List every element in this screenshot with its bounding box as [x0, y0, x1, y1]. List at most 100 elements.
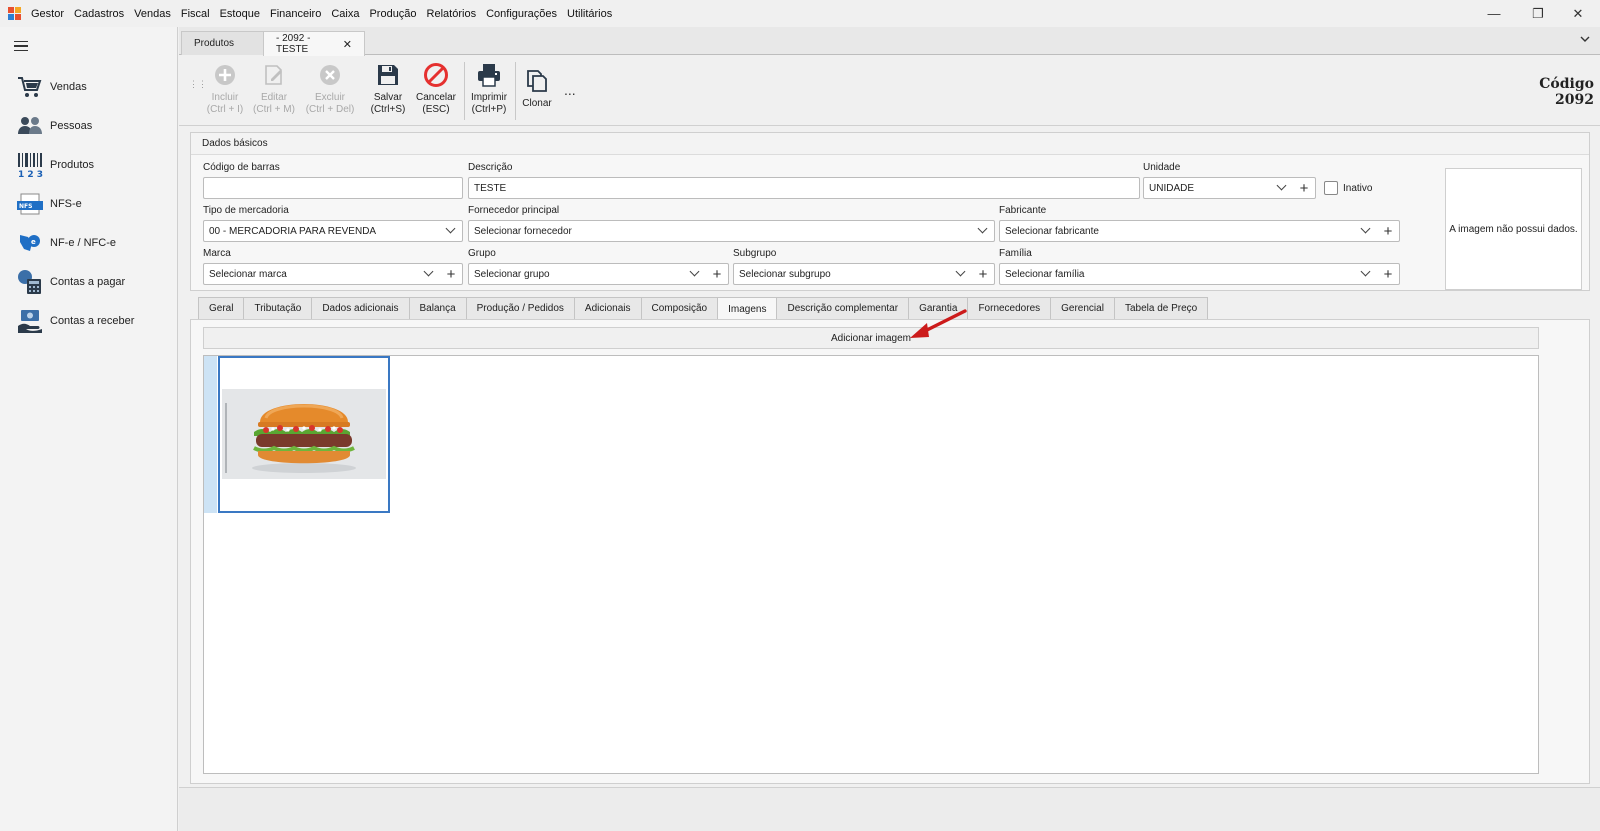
add-grupo-button[interactable]: + [706, 264, 728, 284]
chevron-down-icon [955, 266, 966, 277]
tab-gerencial[interactable]: Gerencial [1050, 297, 1114, 320]
tab-tributacao[interactable]: Tributação [243, 297, 312, 320]
selection-strip [204, 356, 217, 513]
sidebar-item-nfse[interactable]: NFS NFS-e [16, 189, 82, 219]
codigo-barras-input[interactable] [203, 177, 463, 199]
chevron-down-icon [1360, 266, 1371, 277]
imagens-tab-body: Adicionar imagem [190, 319, 1590, 784]
button-shortcut: (Ctrl + I) [206, 104, 244, 115]
cancel-icon [423, 62, 449, 88]
imprimir-button[interactable]: Imprimir (Ctrl+P) [467, 62, 511, 122]
tipo-mercadoria-select[interactable]: 00 - MERCADORIA PARA REVENDA [203, 220, 463, 242]
toolbar-separator [515, 62, 516, 120]
codigo-barras-label: Código de barras [203, 162, 280, 173]
hamburger-menu-icon[interactable] [14, 41, 28, 51]
tab-balanca[interactable]: Balança [408, 297, 466, 320]
chevron-down-icon[interactable] [1580, 35, 1590, 46]
excluir-button[interactable]: Excluir (Ctrl + Del) [303, 62, 357, 122]
codigo-label: Código [1539, 76, 1594, 92]
marca-label: Marca [203, 248, 231, 259]
tab-2092-teste[interactable]: - 2092 - TESTE ✕ [263, 31, 365, 56]
incluir-button[interactable]: Incluir (Ctrl + I) [204, 62, 246, 122]
content-tabs: Geral Tributação Dados adicionais Balanç… [198, 297, 1209, 321]
familia-value: Selecionar família [1005, 268, 1085, 280]
button-shortcut: (Ctrl + M) [253, 104, 295, 115]
close-tab-icon[interactable]: ✕ [343, 38, 352, 51]
nfse-icon: NFS [16, 191, 44, 217]
button-label: Editar [260, 92, 288, 103]
salvar-button[interactable]: Salvar (Ctrl+S) [367, 62, 409, 122]
menu-gestor[interactable]: Gestor [26, 8, 69, 20]
unidade-select[interactable]: UNIDADE + [1143, 177, 1316, 199]
menu-utilitarios[interactable]: Utilitários [562, 8, 617, 20]
main-area: Produtos - 2092 - TESTE ✕ ⋮⋮ Incluir (Ct… [179, 27, 1600, 831]
menu-estoque[interactable]: Estoque [215, 8, 265, 20]
tab-geral[interactable]: Geral [198, 297, 244, 320]
add-subgrupo-button[interactable]: + [972, 264, 994, 284]
menu-relatorios[interactable]: Relatórios [422, 8, 482, 20]
inativo-label: Inativo [1343, 183, 1373, 194]
menu-cadastros[interactable]: Cadastros [69, 8, 129, 20]
cart-icon [16, 74, 44, 100]
subgrupo-label: Subgrupo [733, 248, 777, 259]
subgrupo-value: Selecionar subgrupo [739, 268, 831, 280]
unidade-value: UNIDADE [1149, 182, 1195, 194]
descricao-input[interactable]: TESTE [468, 177, 1140, 199]
tab-fornecedores[interactable]: Fornecedores [967, 297, 1051, 320]
status-bar [179, 787, 1600, 831]
more-options-button[interactable]: ... [564, 82, 576, 98]
codigo-value: 2092 [1555, 92, 1594, 108]
sidebar-item-contas-pagar[interactable]: Contas a pagar [16, 267, 125, 297]
fabricante-select[interactable]: Selecionar fabricante + [999, 220, 1400, 242]
inativo-checkbox[interactable] [1324, 181, 1338, 195]
add-fabricante-button[interactable]: + [1377, 221, 1399, 241]
tab-adicionais[interactable]: Adicionais [573, 297, 641, 320]
sidebar-item-label: NF-e / NFC-e [50, 237, 116, 249]
add-familia-button[interactable]: + [1377, 264, 1399, 284]
dados-basicos-panel: Dados básicos Código de barras Descrição… [190, 132, 1590, 291]
button-shortcut: (ESC) [422, 104, 450, 115]
codigo-display: Código 2092 [1539, 76, 1594, 108]
button-shortcut: (Ctrl+P) [471, 104, 507, 115]
chevron-down-icon [1360, 223, 1371, 234]
grupo-select[interactable]: Selecionar grupo + [468, 263, 729, 285]
add-marca-button[interactable]: + [440, 264, 462, 284]
tab-imagens[interactable]: Imagens [717, 297, 777, 321]
tab-composicao[interactable]: Composição [640, 297, 718, 320]
sidebar-item-produtos[interactable]: 1 2 3 Produtos [16, 150, 94, 180]
sidebar-item-label: Vendas [50, 81, 87, 93]
product-image-thumbnail[interactable] [218, 356, 390, 513]
marca-select[interactable]: Selecionar marca + [203, 263, 463, 285]
tab-produtos[interactable]: Produtos [181, 31, 265, 55]
tab-descricao-complementar[interactable]: Descrição complementar [776, 297, 909, 320]
subgrupo-select[interactable]: Selecionar subgrupo + [733, 263, 995, 285]
tab-tabela-preco[interactable]: Tabela de Preço [1113, 297, 1209, 320]
people-icon [16, 113, 44, 139]
clonar-button[interactable]: Clonar [519, 62, 555, 122]
sidebar-item-nfe[interactable]: e NF-e / NFC-e [16, 228, 116, 258]
sidebar-item-vendas[interactable]: Vendas [16, 72, 87, 102]
menu-vendas[interactable]: Vendas [129, 8, 176, 20]
product-image-box[interactable]: A imagem não possui dados. [1445, 168, 1582, 290]
fabricante-label: Fabricante [999, 205, 1047, 216]
add-unidade-button[interactable]: + [1293, 178, 1315, 198]
tab-producao-pedidos[interactable]: Produção / Pedidos [465, 297, 574, 320]
button-shortcut: (Ctrl + Del) [305, 104, 355, 115]
menu-configuracoes[interactable]: Configurações [481, 8, 562, 20]
menu-caixa[interactable]: Caixa [326, 8, 364, 20]
sidebar-item-pessoas[interactable]: Pessoas [16, 111, 92, 141]
editar-button[interactable]: Editar (Ctrl + M) [250, 62, 298, 122]
cancelar-button[interactable]: Cancelar (ESC) [414, 62, 458, 122]
tab-dados-adicionais[interactable]: Dados adicionais [311, 297, 409, 320]
menu-financeiro[interactable]: Financeiro [265, 8, 326, 20]
minimize-button[interactable]: — [1472, 0, 1516, 27]
sidebar-item-contas-receber[interactable]: Contas a receber [16, 306, 134, 336]
menu-fiscal[interactable]: Fiscal [176, 8, 215, 20]
menu-producao[interactable]: Produção [364, 8, 421, 20]
restore-button[interactable]: ❐ [1516, 0, 1560, 27]
familia-select[interactable]: Selecionar família + [999, 263, 1400, 285]
edit-icon [261, 62, 287, 88]
fornecedor-select[interactable]: Selecionar fornecedor [468, 220, 995, 242]
close-window-button[interactable]: ✕ [1556, 0, 1600, 27]
adicionar-imagem-button[interactable]: Adicionar imagem [203, 327, 1539, 349]
